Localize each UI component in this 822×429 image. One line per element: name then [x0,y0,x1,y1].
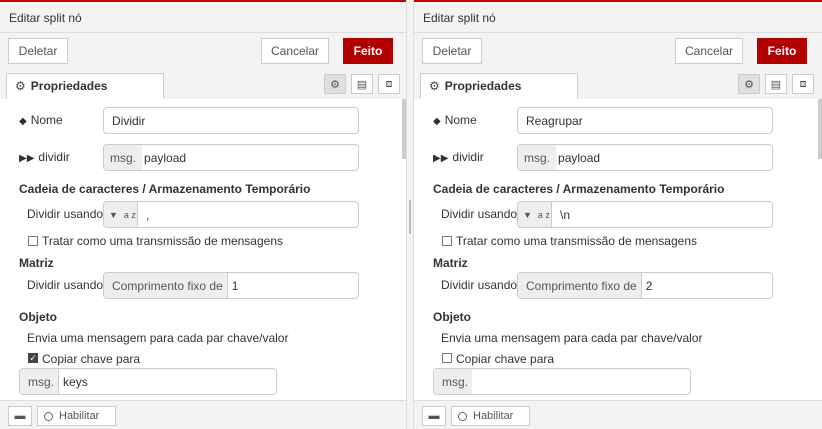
string-split-label: Dividir usando [441,207,518,221]
book-icon[interactable]: ▬ [8,406,32,426]
panel-title: Editar split nó [423,11,496,25]
panel-titlebar: Editar split nó [414,2,822,33]
split-property-input[interactable]: msg. payload [103,144,359,171]
panel-title: Editar split nó [9,11,82,25]
scrollbar[interactable] [818,99,822,159]
tab-properties[interactable]: ⚙ Propriedades [420,73,578,99]
string-type-icon: a z [537,209,550,220]
msg-prefix: msg. [20,369,60,394]
string-section-title: Cadeia de caracteres / Armazenamento Tem… [19,182,311,196]
object-description: Envia uma mensagem para cada par chave/v… [441,331,703,345]
split-editor-panel-right: Editar split nó Deletar Cancelar Feito ⚙… [414,0,822,429]
array-split-input[interactable]: Comprimento fixo de 1 [103,272,359,299]
circle-icon [44,411,53,421]
name-label: ◆ Nome [19,113,63,127]
name-label: ◆ Nome [433,113,477,127]
divider-grip[interactable] [409,200,411,234]
gear-icon: ⚙ [15,79,26,93]
msg-prefix: msg. [104,145,143,170]
tab-bar: ⚙ Propriedades ⚙ ▤ ⧈ [414,71,822,100]
panel-titlebar: Editar split nó [0,2,406,33]
fixed-length-prefix: Comprimento fixo de [518,273,642,298]
array-section-title: Matriz [19,256,54,270]
array-split-label: Dividir usando [441,278,518,292]
action-bar: Deletar Cancelar Feito [0,33,406,71]
tag-icon: ◆ [433,116,441,127]
description-document-icon[interactable]: ▤ [765,74,787,94]
caret-down-icon: ▼ [523,209,532,220]
tab-properties[interactable]: ⚙ Propriedades [6,73,164,99]
tab-properties-label: Propriedades [30,79,108,93]
enable-toggle[interactable]: Habilitar [451,406,530,426]
tag-icon: ◆ [19,116,27,127]
done-button[interactable]: Feito [343,38,393,64]
panel-footer: ▬ Habilitar [414,400,822,429]
array-section-title: Matriz [433,256,468,270]
copy-key-checkbox[interactable]: ✓ [28,353,38,363]
object-section-title: Objeto [19,310,57,324]
action-bar: Deletar Cancelar Feito [414,33,822,71]
copy-key-label: Copiar chave para [42,352,141,366]
msg-prefix: msg. [434,369,473,394]
split-label: ▶▶ dividir [19,150,70,164]
key-property-input[interactable]: msg. [433,368,691,395]
book-icon[interactable]: ▬ [422,406,446,426]
appearance-layout-icon[interactable]: ⧈ [378,74,400,94]
tab-bar: ⚙ Propriedades ⚙ ▤ ⧈ [0,71,406,100]
enable-toggle[interactable]: Habilitar [37,406,116,426]
key-property-input[interactable]: msg. keys [19,368,277,395]
gear-icon: ⚙ [429,79,440,93]
panel-footer: ▬ Habilitar [0,400,406,429]
string-section-title: Cadeia de caracteres / Armazenamento Tem… [433,182,725,196]
msg-prefix: msg. [518,145,557,170]
stream-checkbox-label: Tratar como uma transmissão de mensagens [42,234,283,248]
split-label: ▶▶ dividir [433,150,484,164]
array-split-input[interactable]: Comprimento fixo de 2 [517,272,773,299]
panel-divider [406,0,414,429]
stream-checkbox-label: Tratar como uma transmissão de mensagens [456,234,697,248]
string-split-label: Dividir usando [27,207,104,221]
properties-content: ◆ Nome Reagrupar ▶▶ dividir msg. payload C… [414,99,822,401]
string-split-input[interactable]: ▼ a z , [103,201,359,228]
split-property-input[interactable]: msg. payload [517,144,773,171]
copy-key-label: Copiar chave para [456,352,555,366]
properties-content: ◆ Nome Dividir ▶▶ dividir msg. payload Cad… [0,99,406,401]
circle-icon [458,411,467,421]
split-editor-panel-left: Editar split nó Deletar Cancelar Feito ⚙… [0,0,406,429]
fast-forward-icon: ▶▶ [19,153,35,164]
object-section-title: Objeto [433,310,471,324]
appearance-layout-icon[interactable]: ⧈ [792,74,814,94]
stream-checkbox[interactable] [28,236,38,246]
settings-gear-icon[interactable]: ⚙ [738,74,760,94]
stream-checkbox[interactable] [442,236,452,246]
object-description: Envia uma mensagem para cada par chave/v… [27,331,289,345]
array-split-label: Dividir usando [27,278,104,292]
tab-properties-label: Propriedades [444,79,522,93]
type-select[interactable]: ▼ a z [518,202,552,227]
fast-forward-icon: ▶▶ [433,153,449,164]
copy-key-checkbox[interactable] [442,353,452,363]
cancel-button[interactable]: Cancelar [261,38,329,64]
fixed-length-prefix: Comprimento fixo de [104,273,228,298]
name-input[interactable]: Dividir [103,107,359,134]
cancel-button[interactable]: Cancelar [675,38,743,64]
name-input[interactable]: Reagrupar [517,107,773,134]
description-document-icon[interactable]: ▤ [351,74,373,94]
type-select[interactable]: ▼ a z [104,202,138,227]
string-split-input[interactable]: ▼ a z \n [517,201,773,228]
caret-down-icon: ▼ [109,209,118,220]
settings-gear-icon[interactable]: ⚙ [324,74,346,94]
delete-button[interactable]: Deletar [8,38,68,64]
done-button[interactable]: Feito [757,38,807,64]
string-type-icon: a z [123,209,136,220]
delete-button[interactable]: Deletar [422,38,482,64]
